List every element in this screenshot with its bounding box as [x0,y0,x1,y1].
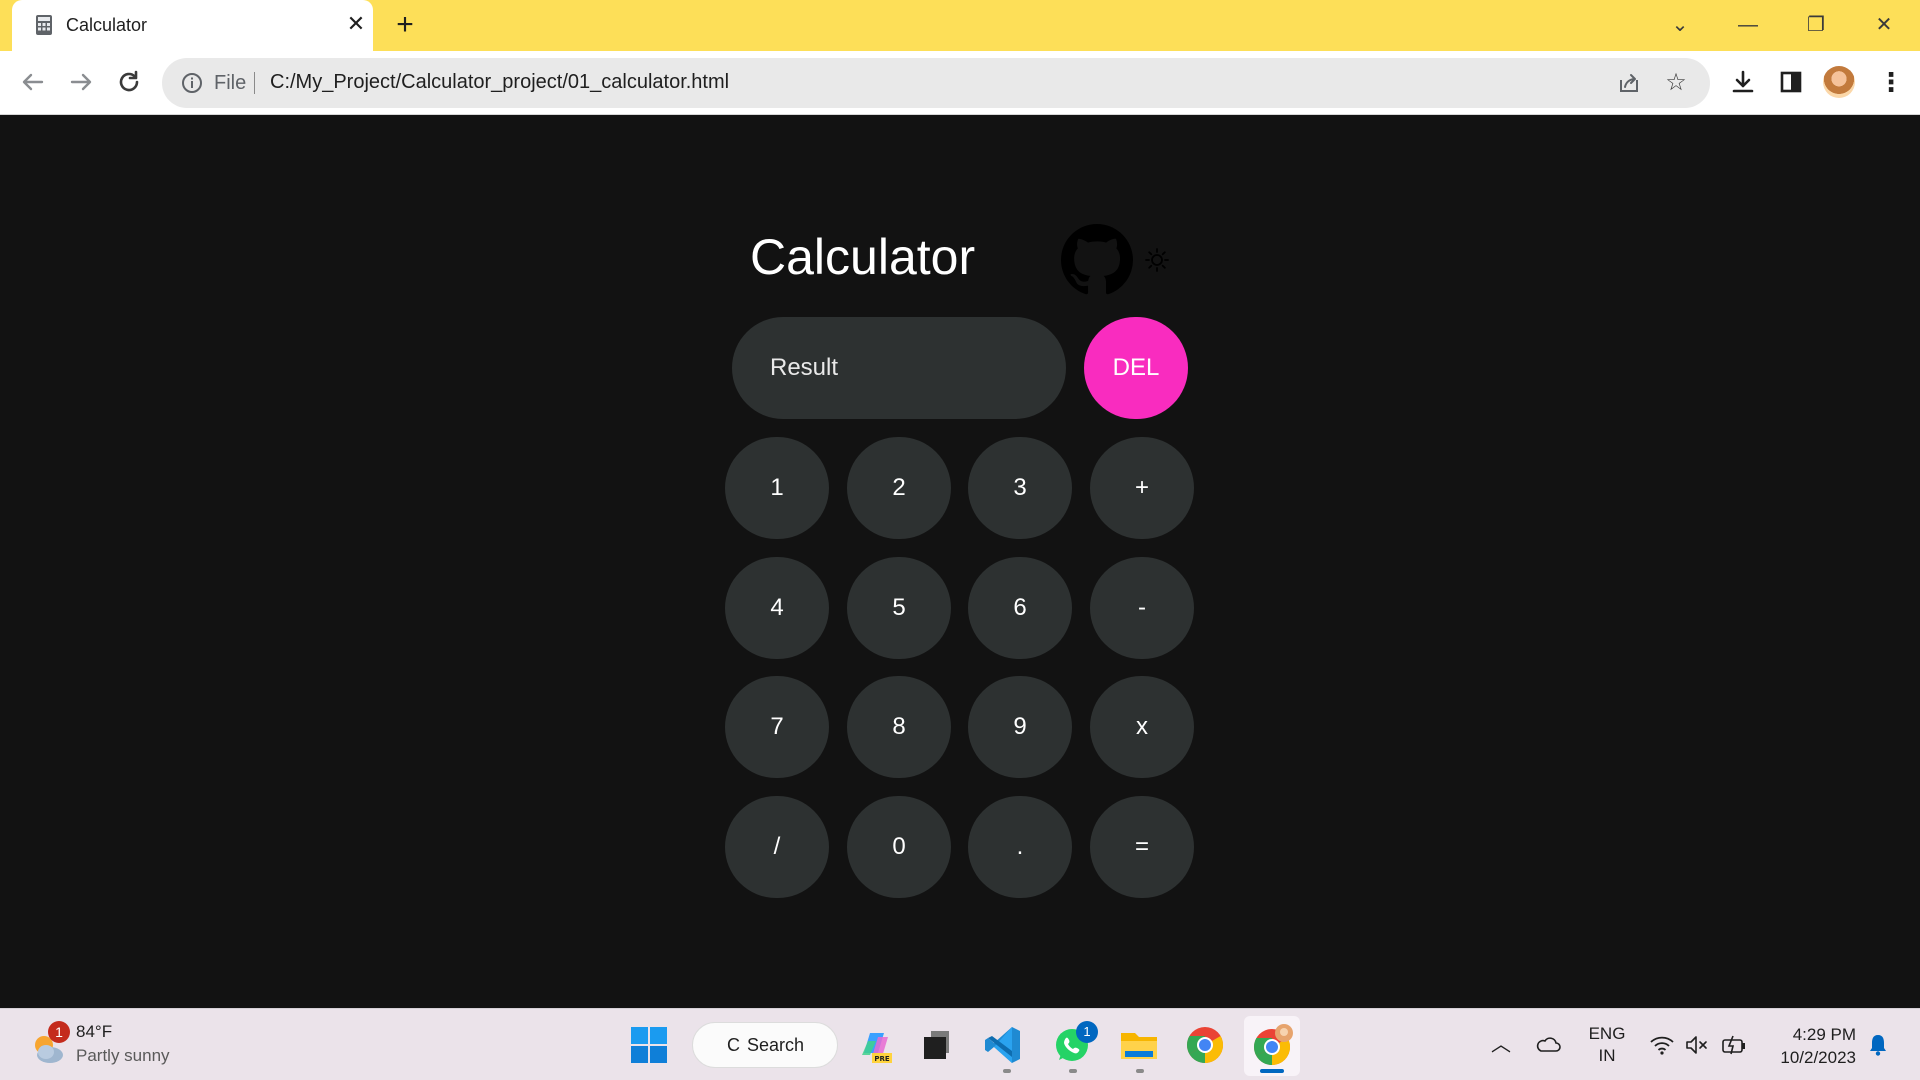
onedrive-cloud-icon[interactable] [1534,1031,1562,1059]
key-4-button[interactable]: 4 [725,557,829,659]
windows-taskbar: 1 84°F Partly sunny C Search PRE 1 ︿ ENG… [0,1008,1920,1080]
address-bar[interactable]: File C:/My_Project/Calculator_project/01… [162,58,1710,108]
download-icon[interactable] [1726,65,1760,99]
close-window-button[interactable]: ✕ [1864,8,1904,42]
url-text[interactable]: C:/My_Project/Calculator_project/01_calc… [270,71,729,94]
key-1-button[interactable]: 1 [725,437,829,539]
key-minus-button[interactable]: - [1090,557,1194,659]
url-separator [254,72,255,94]
notification-bell-icon[interactable] [1864,1031,1892,1059]
language-code: ENG [1588,1024,1626,1043]
minimize-button[interactable]: — [1728,8,1768,42]
search-icon: C [727,1035,740,1055]
file-explorer-icon[interactable] [1117,1023,1161,1067]
theme-toggle-sun-icon[interactable] [1144,247,1170,273]
vscode-icon[interactable] [982,1023,1026,1067]
whatsapp-running-indicator [1069,1069,1077,1073]
github-icon[interactable] [1061,224,1133,296]
key-plus-button[interactable]: + [1090,437,1194,539]
key-multiply-button[interactable]: x [1090,676,1194,778]
search-label: Search [747,1035,805,1055]
clock-date: 10/2/2023 [1780,1048,1856,1067]
input-language-indicator[interactable]: ENG IN [1582,1023,1632,1067]
side-panel-icon[interactable] [1774,65,1808,99]
calculator-favicon-icon [36,15,52,35]
copilot-preview-icon[interactable]: PRE [854,1023,898,1067]
browser-menu-icon[interactable]: ⋮ [1878,65,1904,99]
key-8-button[interactable]: 8 [847,676,951,778]
key-3-button[interactable]: 3 [968,437,1072,539]
info-icon[interactable] [180,71,204,95]
result-placeholder: Result [770,354,839,381]
reload-icon[interactable] [112,65,146,99]
tab-strip: Calculator ✕ + ⌄ — ❐ ✕ [0,0,1920,51]
key-2-button[interactable]: 2 [847,437,951,539]
profile-avatar[interactable] [1823,66,1855,98]
key-5-button[interactable]: 5 [847,557,951,659]
whatsapp-notification-badge: 1 [1076,1021,1098,1043]
system-clock[interactable]: 4:29 PM 10/2/2023 [1760,1023,1856,1069]
calculator-title: Calculator [750,229,976,285]
wifi-icon[interactable] [1648,1031,1676,1059]
tab-close-icon[interactable]: ✕ [345,12,367,36]
volume-muted-icon[interactable] [1683,1031,1711,1059]
battery-charging-icon[interactable] [1720,1031,1748,1059]
region-code: IN [1598,1046,1616,1065]
weather-temperature[interactable]: 84°F [76,1022,112,1042]
new-tab-button[interactable]: + [390,10,420,40]
back-arrow-icon[interactable] [16,65,50,99]
windows-start-icon[interactable] [627,1023,671,1067]
share-icon[interactable] [1616,70,1642,96]
weather-notification-badge: 1 [48,1021,70,1043]
key-0-button[interactable]: 0 [847,796,951,898]
key-6-button[interactable]: 6 [968,557,1072,659]
key-9-button[interactable]: 9 [968,676,1072,778]
task-view-icon[interactable] [915,1023,959,1067]
show-hidden-icons-chevron-icon[interactable]: ︿ [1487,1031,1515,1059]
vscode-running-indicator [1003,1069,1011,1073]
chrome-profile-icon[interactable] [1250,1023,1294,1067]
svg-text:PRE: PRE [874,1055,890,1063]
browser-toolbar: File C:/My_Project/Calculator_project/01… [0,51,1920,115]
key-decimal-button[interactable]: . [968,796,1072,898]
url-scheme-label: File [214,72,247,94]
explorer-running-indicator [1136,1069,1144,1073]
restore-button[interactable]: ❐ [1796,8,1836,42]
weather-condition[interactable]: Partly sunny [76,1046,170,1066]
bookmark-star-icon[interactable]: ☆ [1662,69,1690,97]
chrome-active-indicator [1260,1069,1284,1073]
delete-button[interactable]: DEL [1084,317,1188,419]
result-display[interactable]: Result [732,317,1066,419]
key-divide-button[interactable]: / [725,796,829,898]
forward-arrow-icon[interactable] [64,65,98,99]
tab-search-chevron-icon[interactable]: ⌄ [1660,8,1700,42]
chrome-icon[interactable] [1183,1023,1227,1067]
clock-time: 4:29 PM [1792,1025,1856,1044]
key-7-button[interactable]: 7 [725,676,829,778]
browser-tab[interactable]: Calculator ✕ [12,0,373,51]
taskbar-search-box[interactable]: C Search [692,1022,838,1068]
tab-title: Calculator [66,15,148,35]
key-equals-button[interactable]: = [1090,796,1194,898]
